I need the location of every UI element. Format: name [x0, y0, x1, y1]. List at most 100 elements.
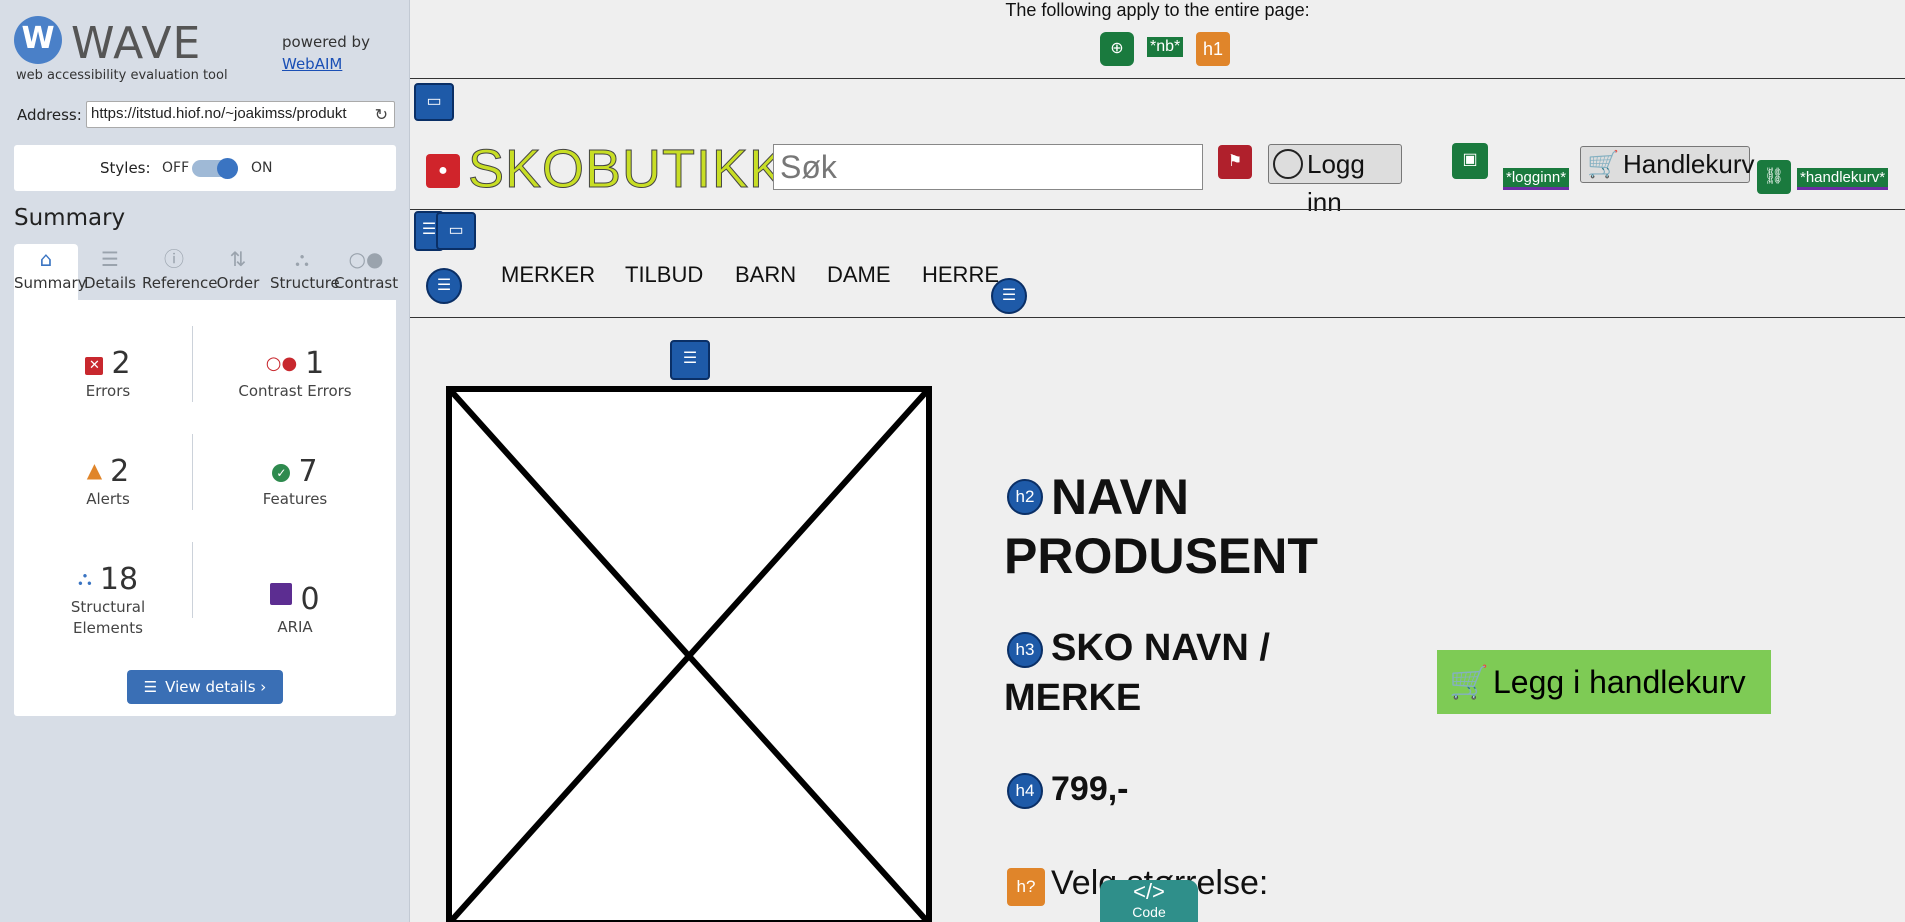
h1-badge-label: h1	[1202, 39, 1224, 59]
aria-count: 0	[300, 582, 320, 617]
list-icon: ☰	[143, 678, 158, 696]
styles-toggle-panel: Styles: OFF ON	[14, 145, 396, 191]
powered-by-text: powered by	[282, 33, 370, 51]
divider	[192, 326, 193, 402]
globe-icon[interactable]: ⊕	[1100, 32, 1134, 66]
view-details-button[interactable]: ☰ View details ›	[127, 670, 283, 704]
cart-alt-tag[interactable]: *handlekurv*	[1797, 168, 1889, 190]
summary-panel: ✕ 2 Errors ○● 1 Contrast Errors ▲ 2 Alerts …	[14, 300, 396, 716]
aria-icon	[270, 583, 293, 605]
cart-label: Handlekurv	[1623, 149, 1755, 179]
missing-label-icon[interactable]: ⚑	[1218, 145, 1252, 179]
product-name-heading-line1: SKO NAVN /	[1051, 627, 1270, 669]
h3-icon[interactable]: h3	[1007, 632, 1043, 668]
structure-icon: ⛬	[295, 247, 309, 271]
tab-label: Structure	[270, 274, 340, 292]
divider	[410, 209, 1905, 210]
product-manufacturer-heading-line2: PRODUSENT	[1004, 528, 1318, 584]
info-icon: ⓘ	[164, 247, 184, 271]
image-error-icon[interactable]: ●	[426, 154, 460, 188]
tab-label: Summary	[14, 274, 87, 292]
address-label: Address:	[17, 106, 82, 124]
possible-heading-alert-icon[interactable]: h?	[1007, 868, 1045, 906]
login-alt-tag[interactable]: *logginn*	[1503, 168, 1570, 190]
home-icon: ⌂	[39, 247, 53, 271]
h3-badge-label: h3	[1015, 640, 1035, 659]
product-image-placeholder	[446, 386, 932, 922]
h1-alert-icon[interactable]: h1	[1196, 32, 1230, 66]
login-button[interactable]: Logg inn	[1268, 144, 1402, 217]
errors-count: 2	[111, 346, 131, 381]
tab-reference[interactable]: ⓘ Reference	[142, 244, 218, 300]
h4-icon[interactable]: h4	[1007, 773, 1043, 809]
price: 799,-	[1051, 770, 1129, 808]
structure-icon: ⛬	[77, 566, 92, 590]
styles-toggle[interactable]	[192, 158, 238, 179]
page-wide-notice: The following apply to the entire page:	[1005, 0, 1310, 20]
reload-icon[interactable]: ↻	[375, 105, 388, 125]
alert-icon: ▲	[86, 458, 103, 482]
order-icon: ⇅	[229, 247, 247, 271]
wave-logo-text: WAVE	[71, 18, 202, 69]
divider	[192, 434, 193, 510]
structural-label-line1: Structural	[70, 598, 146, 616]
tab-label: Reference	[142, 274, 218, 292]
nav-item-herre[interactable]: HERRE	[922, 262, 999, 288]
nav-item-merker[interactable]: MERKER	[501, 262, 595, 288]
stat-aria[interactable]: 0 ARIA	[210, 582, 380, 638]
main-region-icon[interactable]: ☰	[670, 340, 710, 380]
list-structure-icon[interactable]: ☰	[991, 278, 1027, 314]
summary-heading: Summary	[14, 205, 126, 231]
tab-structure[interactable]: ⛬ Structure	[270, 244, 340, 300]
contrast-errors-count: 1	[305, 346, 325, 381]
linked-image-icon[interactable]: ⛓	[1757, 160, 1791, 194]
search-input[interactable]: Søk	[773, 144, 1203, 190]
stat-alerts[interactable]: ▲ 2 Alerts	[23, 454, 193, 510]
tab-order[interactable]: ⇅ Order	[206, 244, 270, 300]
errors-label: Errors	[85, 382, 131, 400]
address-input[interactable]: https://itstud.hiof.no/~joakimss/produkt…	[86, 101, 395, 128]
contrast-errors-label: Contrast Errors	[238, 382, 352, 400]
code-panel-toggle[interactable]: </> Code	[1100, 880, 1198, 922]
image-feature-icon[interactable]: ▣	[1452, 143, 1488, 179]
hq-badge-label: h?	[1016, 877, 1036, 896]
nav-item-barn[interactable]: BARN	[735, 262, 796, 288]
stat-errors[interactable]: ✕ 2 Errors	[23, 346, 193, 402]
tab-summary[interactable]: ⌂ Summary	[14, 244, 87, 300]
webaim-link[interactable]: WebAIM	[282, 55, 342, 73]
navigation-landmark-icon[interactable]: ▭	[436, 212, 476, 250]
tab-label: Contrast	[334, 274, 399, 292]
cart-button[interactable]: 🛒 Handlekurv	[1580, 146, 1755, 183]
styles-label: Styles:	[100, 159, 151, 177]
view-details-label: View details ›	[165, 678, 267, 696]
product-name-heading-line2: MERKE	[1004, 677, 1142, 719]
nav-item-tilbud[interactable]: TILBUD	[625, 262, 703, 288]
user-icon	[1273, 149, 1303, 179]
stat-structural[interactable]: ⛬ 18 Structural Elements	[23, 562, 193, 639]
h4-badge-label: h4	[1015, 781, 1035, 800]
divider	[192, 542, 193, 618]
product-manufacturer-heading-line1: NAVN	[1051, 469, 1189, 525]
nav-item-dame[interactable]: DAME	[827, 262, 891, 288]
placeholder-cross-icon	[449, 389, 929, 922]
aria-label: ARIA	[277, 618, 313, 636]
h2-badge-label: h2	[1015, 487, 1035, 506]
list-icon: ☰	[101, 247, 119, 271]
error-icon: ✕	[85, 357, 104, 375]
add-to-cart-button[interactable]: 🛒 Legg i handlekurv	[1437, 650, 1771, 714]
toggle-knob	[217, 158, 238, 179]
language-tag[interactable]: *nb*	[1147, 37, 1184, 57]
site-brand[interactable]: SKOBUTIKK	[467, 138, 786, 200]
divider	[410, 317, 1905, 318]
contrast-error-icon: ○●	[265, 353, 298, 374]
tab-contrast[interactable]: ○● Contrast	[334, 244, 398, 300]
stat-features[interactable]: ✓ 7 Features	[210, 454, 380, 510]
contrast-icon: ○●	[348, 247, 384, 271]
wave-logo-icon: W	[14, 16, 62, 64]
header-region-icon[interactable]: ▭	[414, 83, 454, 121]
tab-details[interactable]: ☰ Details	[78, 244, 142, 300]
list-structure-icon[interactable]: ☰	[426, 268, 462, 304]
powered-by: powered by WebAIM	[282, 31, 370, 75]
stat-contrast-errors[interactable]: ○● 1 Contrast Errors	[210, 346, 380, 402]
h2-icon[interactable]: h2	[1007, 479, 1043, 515]
